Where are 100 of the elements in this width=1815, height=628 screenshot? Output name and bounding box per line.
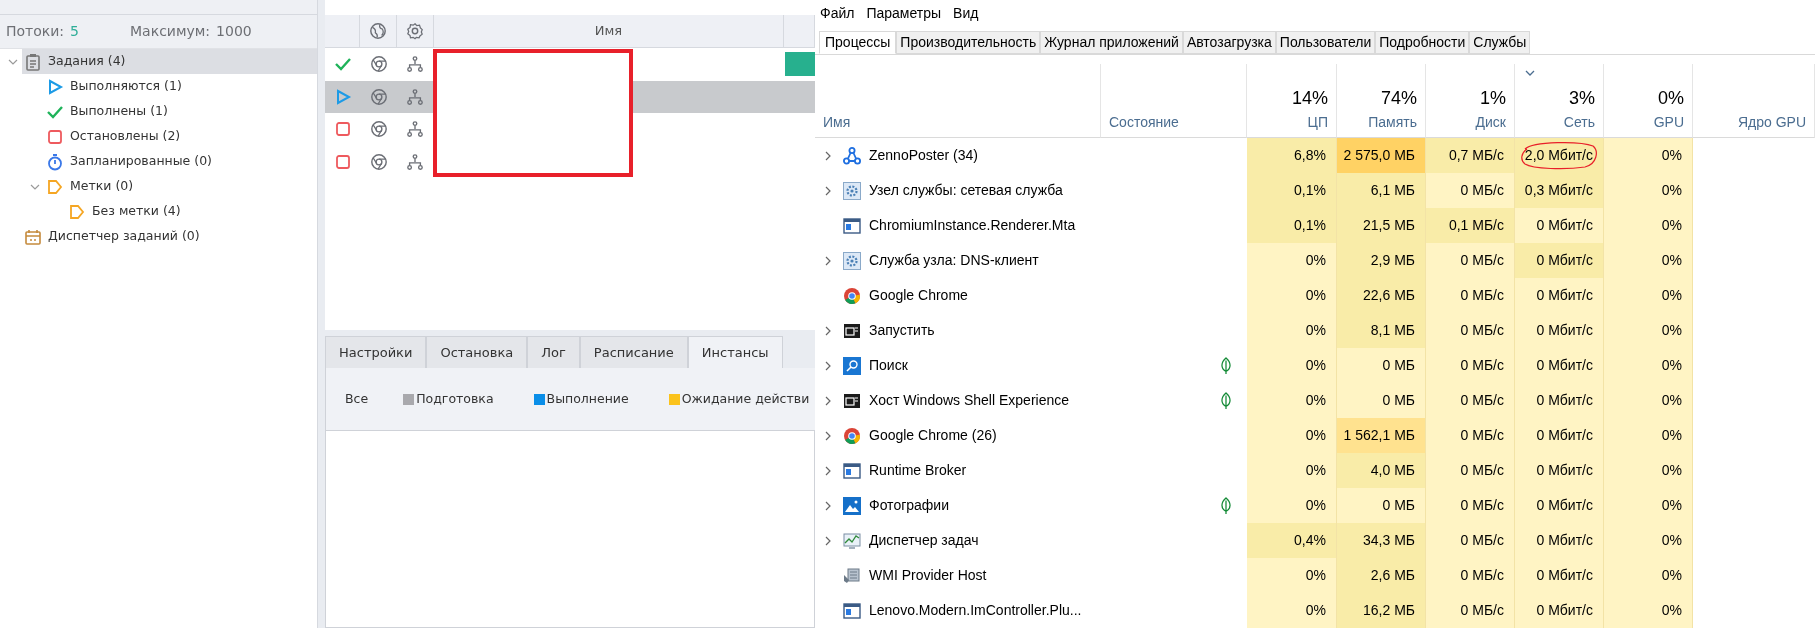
tree-item[interactable]: Выполнены (1) — [44, 99, 317, 124]
process-icon — [843, 286, 861, 305]
legend-label[interactable]: Подготовка — [416, 389, 494, 409]
metric-cell: 0% — [1247, 313, 1337, 348]
metric-cell: 0 МБ/с — [1426, 558, 1515, 593]
settings-icon — [406, 22, 424, 40]
column-total: 14% — [1290, 87, 1328, 110]
metric-cell: 2 575,0 МБ — [1337, 138, 1426, 173]
menu-item[interactable]: Вид — [953, 2, 979, 24]
metric-cell: 0% — [1604, 418, 1693, 453]
play-icon — [46, 77, 64, 96]
tab[interactable]: Журнал приложений — [1040, 30, 1183, 55]
metric-cell: 0 МБ — [1337, 348, 1426, 383]
menu-item[interactable]: Параметры — [866, 2, 942, 24]
process-row[interactable]: Google Chrome 0% 22,6 МБ 0 МБ/с 0 Мбит/с 0% — [815, 278, 1815, 313]
process-name: ZennoPoster (34) — [869, 146, 978, 165]
metric-cell: 0 Мбит/с — [1515, 278, 1604, 313]
tree-item-label: Метки (0) — [70, 177, 134, 196]
metric-cell: 0 Мбит/с — [1515, 453, 1604, 488]
tab[interactable]: Подробности — [1375, 30, 1470, 55]
tab[interactable]: Расписание — [579, 336, 688, 368]
metric-cell: 0% — [1247, 453, 1337, 488]
tab[interactable]: Автозагрузка — [1182, 30, 1276, 55]
metric-cell: 0 МБ/с — [1426, 243, 1515, 278]
metric-cell: 6,8% — [1247, 138, 1337, 173]
process-row[interactable]: WMI Provider Host 0% 2,6 МБ 0 МБ/с 0 Мбит/с 0% — [815, 558, 1815, 593]
tree-item[interactable]: Метки (0) — [44, 174, 317, 199]
metric-cell: 0,1% — [1247, 173, 1337, 208]
metric-cell: 0 Мбит/с — [1515, 558, 1604, 593]
square-icon — [333, 120, 352, 139]
metric-cell: 0 Мбит/с — [1515, 313, 1604, 348]
process-row[interactable]: Google Chrome (26) 0% 1 562,1 МБ 0 МБ/с 0 Мбит/с 0% — [815, 418, 1815, 453]
column-label: Состояние — [1109, 113, 1180, 132]
metric-cell: 0 МБ/с — [1426, 488, 1515, 523]
metric-cell: 0,7 МБ/с — [1426, 138, 1515, 173]
tab[interactable]: Процессы — [819, 30, 897, 55]
metric-cell: 0 Мбит/с — [1515, 383, 1604, 418]
metric-cell: 0% — [1604, 313, 1693, 348]
task-row[interactable] — [325, 80, 433, 113]
process-row[interactable]: Lenovo.Modern.ImController.Plu... 0% 16,2 МБ 0 МБ/с 0 Мбит/с 0% — [815, 593, 1815, 628]
process-row[interactable]: ChromiumInstance.Renderer.Mta 0,1% 21,5 МБ 0,1 МБ/с 0 Мбит/с 0% — [815, 208, 1815, 243]
process-row[interactable]: Запустить 0% 8,1 МБ 0 МБ/с 0 Мбит/с 0% — [815, 313, 1815, 348]
metric-cell: 0 МБ/с — [1426, 453, 1515, 488]
process-name: Google Chrome (26) — [869, 426, 997, 445]
column-header[interactable]: Состояние — [1101, 64, 1247, 138]
column-label: Память — [1367, 113, 1417, 132]
legend-label[interactable]: Выполнение — [546, 389, 629, 409]
tab[interactable]: Лог — [527, 336, 580, 368]
metric-cell: 0 МБ — [1337, 383, 1426, 418]
tree-item[interactable]: Запланированные (0) — [44, 149, 317, 174]
tab[interactable]: Инстансы — [687, 336, 783, 368]
metric-cell: 0% — [1247, 488, 1337, 523]
metric-cell: 0% — [1247, 418, 1337, 453]
metric-cell: 0,4% — [1247, 523, 1337, 558]
tab[interactable]: Остановка — [426, 336, 528, 368]
tree-item-label: Выполнены (1) — [70, 102, 168, 121]
tree-item[interactable]: Остановлены (2) — [44, 124, 317, 149]
process-icon — [843, 496, 861, 515]
process-icon — [843, 356, 861, 375]
column-total: 0% — [1657, 87, 1684, 110]
globe-icon — [369, 22, 387, 40]
tree-item[interactable]: Задания (4) — [22, 49, 317, 74]
tree-item[interactable]: Без метки (4) — [66, 199, 317, 224]
metric-cell: 0% — [1247, 593, 1337, 628]
tree-item[interactable]: Выполняются (1) — [44, 74, 317, 99]
square-icon — [46, 127, 64, 146]
column-label: GPU — [1652, 113, 1684, 132]
tab[interactable]: Производительность — [896, 30, 1041, 55]
legend-label[interactable]: Все — [345, 389, 369, 409]
tree-item-label: Выполняются (1) — [70, 77, 182, 96]
maximum-value: 1000 — [216, 22, 252, 41]
tab[interactable]: Настройки — [325, 336, 427, 368]
metric-cell: 0 МБ/с — [1426, 383, 1515, 418]
process-row[interactable]: Поиск 0% 0 МБ 0 МБ/с 0 Мбит/с 0% — [815, 348, 1815, 383]
metric-cell: 0% — [1604, 243, 1693, 278]
process-row[interactable]: Runtime Broker 0% 4,0 МБ 0 МБ/с 0 Мбит/с 0% — [815, 453, 1815, 488]
metric-cell: 2,0 Мбит/с — [1515, 138, 1604, 173]
maximum-label: Максимум: — [130, 22, 211, 41]
column-header[interactable]: Ядро GPU — [1693, 64, 1815, 138]
process-row[interactable]: Служба узла: DNS-клиент 0% 2,9 МБ 0 МБ/с 0 Мбит/с 0% — [815, 243, 1815, 278]
legend-label[interactable]: Ожидание действи — [681, 389, 810, 409]
hierarchy-icon — [406, 120, 424, 139]
metric-cell: 0 Мбит/с — [1515, 523, 1604, 558]
metric-cell: 21,5 МБ — [1337, 208, 1426, 243]
tab[interactable]: Службы — [1469, 30, 1531, 55]
tab[interactable]: Пользователи — [1275, 30, 1376, 55]
process-row[interactable]: Диспетчер задач 0,4% 34,3 МБ 0 МБ/с 0 Мбит/с 0% — [815, 523, 1815, 558]
process-row[interactable]: Хост Windows Shell Experience 0% 0 МБ 0 МБ/с 0 Мбит/с 0% — [815, 383, 1815, 418]
tree-item[interactable]: Диспетчер заданий (0) — [22, 224, 317, 249]
menu-item[interactable]: Файл — [820, 2, 855, 24]
metric-cell: 0 МБ/с — [1426, 348, 1515, 383]
tree-item-label: Диспетчер заданий (0) — [48, 227, 200, 246]
metric-cell: 0,1% — [1247, 208, 1337, 243]
process-row[interactable]: Узел службы: сетевая служба 0,1% 6,1 МБ 0 МБ/с 0,3 Мбит/с 0% — [815, 173, 1815, 208]
column-header[interactable]: Имя — [815, 64, 1101, 138]
process-row[interactable]: Фотографии 0% 0 МБ 0 МБ/с 0 Мбит/с 0% — [815, 488, 1815, 523]
process-row[interactable]: ZennoPoster (34) 6,8% 2 575,0 МБ 0,7 МБ/с 2,0 Мбит/с 0% — [815, 138, 1815, 173]
metric-cell: 0 МБ/с — [1426, 173, 1515, 208]
metric-cell: 0 МБ/с — [1426, 278, 1515, 313]
process-name: Запустить — [869, 321, 935, 340]
